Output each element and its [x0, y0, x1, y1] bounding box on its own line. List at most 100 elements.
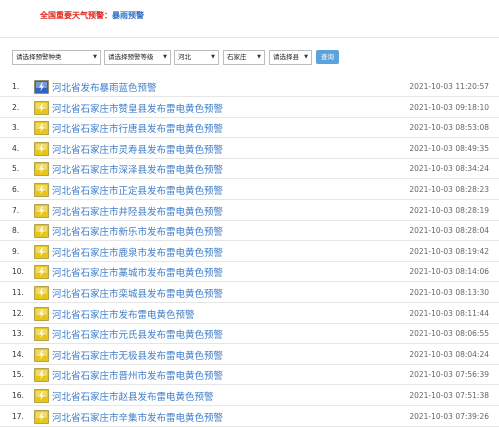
lightning-yellow-warning-icon[interactable] [34, 347, 49, 362]
warning-title-link[interactable]: 河北省石家庄市发布雷电黄色预警 [52, 307, 195, 321]
warning-timestamp: 2021-10-03 11:20:57 [409, 82, 489, 91]
warning-timestamp: 2021-10-03 08:28:04 [409, 226, 489, 236]
warning-list-item[interactable]: 9. 河北省石家庄市鹿泉市发布雷电黄色预警 2021-10-03 08:19:42 [0, 242, 499, 262]
banner-prefix: 全国重要天气预警： [40, 11, 112, 20]
city-value: 石家庄 [227, 53, 247, 61]
warning-list-item[interactable]: 13. 河北省石家庄市元氏县发布雷电黄色预警 2021-10-03 08:06:55 [0, 324, 499, 345]
lightning-yellow-warning-icon[interactable] [34, 306, 49, 321]
warning-timestamp: 2021-10-03 08:19:42 [409, 246, 489, 256]
warning-title-link[interactable]: 河北省石家庄市鹿泉市发布雷电黄色预警 [52, 245, 223, 259]
county-value: 请选择县 [273, 53, 299, 61]
warning-timestamp: 2021-10-03 08:28:23 [409, 185, 489, 194]
item-number: 2. [12, 102, 20, 112]
warning-list-item[interactable]: 6. 河北省石家庄市正定县发布雷电黄色预警 2021-10-03 08:28:23 [0, 180, 499, 200]
warning-title-link[interactable]: 河北省石家庄市栾城县发布雷电黄色预警 [52, 286, 223, 300]
warning-title-link[interactable]: 河北省发布暴雨蓝色预警 [52, 80, 157, 94]
lightning-yellow-warning-icon[interactable] [34, 285, 49, 300]
rainstorm-blue-warning-icon[interactable] [34, 79, 49, 94]
warning-timestamp: 2021-10-03 08:11:44 [409, 308, 489, 318]
item-number: 15. [12, 370, 24, 380]
city-select[interactable]: 石家庄 ▼ [223, 50, 265, 65]
banner-rainstorm-link[interactable]: 暴雨预警 [112, 11, 144, 20]
warning-title-link[interactable]: 河北省石家庄市赞皇县发布雷电黄色预警 [52, 101, 223, 115]
warning-title-link[interactable]: 河北省石家庄市辛集市发布雷电黄色预警 [52, 410, 223, 424]
warning-type-value: 请选择预警种类 [16, 53, 62, 61]
warning-list-item[interactable]: 14. 河北省石家庄市无极县发布雷电黄色预警 2021-10-03 08:04:24 [0, 345, 499, 365]
warning-page: 全国重要天气预警：暴雨预警 请选择预警种类 ▼ 请选择预警等级 ▼ 河北 ▼ 石… [0, 0, 499, 427]
warning-title-link[interactable]: 河北省石家庄市元氏县发布雷电黄色预警 [52, 327, 223, 341]
lightning-yellow-warning-icon[interactable] [34, 264, 49, 280]
item-number: 12. [12, 308, 24, 318]
lightning-yellow-warning-icon[interactable] [34, 141, 49, 156]
warning-list-item[interactable]: 12. 河北省石家庄市发布雷电黄色预警 2021-10-03 08:11:44 [0, 304, 499, 324]
lightning-yellow-warning-icon[interactable] [34, 100, 49, 115]
warning-timestamp: 2021-10-03 08:34:24 [409, 164, 489, 174]
warning-list-item[interactable]: 1. 河北省发布暴雨蓝色预警 2021-10-03 11:20:57 [0, 77, 499, 97]
warning-title-link[interactable]: 河北省石家庄市赵县发布雷电黄色预警 [52, 389, 214, 403]
chevron-down-icon: ▼ [257, 54, 261, 60]
lightning-yellow-warning-icon[interactable] [34, 161, 49, 177]
county-select[interactable]: 请选择县 ▼ [269, 50, 312, 65]
lightning-yellow-warning-icon[interactable] [34, 388, 49, 403]
warning-list-item[interactable]: 17. 河北省石家庄市辛集市发布雷电黄色预警 2021-10-03 07:39:26 [0, 407, 499, 427]
lightning-yellow-warning-icon[interactable] [34, 244, 49, 259]
province-select[interactable]: 河北 ▼ [174, 50, 219, 65]
warning-timestamp: 2021-10-03 07:39:26 [409, 411, 489, 421]
query-button[interactable]: 查询 [316, 50, 339, 64]
warning-timestamp: 2021-10-03 07:56:39 [409, 370, 489, 380]
item-number: 4. [12, 143, 20, 153]
item-number: 16. [12, 391, 24, 400]
warning-list-item[interactable]: 16. 河北省石家庄市赵县发布雷电黄色预警 2021-10-03 07:51:38 [0, 386, 499, 406]
warning-timestamp: 2021-10-03 08:49:35 [409, 143, 489, 153]
warning-title-link[interactable]: 河北省石家庄市新乐市发布雷电黄色预警 [52, 224, 223, 238]
warning-title-link[interactable]: 河北省石家庄市深泽县发布雷电黄色预警 [52, 162, 223, 176]
warning-title-link[interactable]: 河北省石家庄市晋州市发布雷电黄色预警 [52, 368, 223, 382]
chevron-down-icon: ▼ [211, 54, 215, 60]
warning-title-link[interactable]: 河北省石家庄市行唐县发布雷电黄色预警 [52, 121, 223, 135]
lightning-yellow-warning-icon[interactable] [34, 120, 49, 135]
warning-timestamp: 2021-10-03 08:28:19 [409, 205, 489, 215]
item-number: 3. [12, 123, 20, 133]
item-number: 9. [12, 246, 20, 256]
item-number: 7. [12, 205, 20, 215]
warning-level-select[interactable]: 请选择预警等级 ▼ [104, 50, 171, 65]
warning-list-item[interactable]: 8. 河北省石家庄市新乐市发布雷电黄色预警 2021-10-03 08:28:04 [0, 221, 499, 242]
warning-type-select[interactable]: 请选择预警种类 ▼ [12, 50, 101, 65]
row-divider [0, 425, 499, 427]
warning-timestamp: 2021-10-03 08:13:30 [409, 288, 489, 297]
chevron-down-icon: ▼ [304, 54, 308, 60]
warning-title-link[interactable]: 河北省石家庄市灵寿县发布雷电黄色预警 [52, 142, 223, 156]
warning-title-link[interactable]: 河北省石家庄市正定县发布雷电黄色预警 [52, 183, 223, 197]
national-warning-banner: 全国重要天气预警：暴雨预警 [40, 10, 144, 21]
warning-list-item[interactable]: 4. 河北省石家庄市灵寿县发布雷电黄色预警 2021-10-03 08:49:35 [0, 139, 499, 159]
warning-list-item[interactable]: 2. 河北省石家庄市赞皇县发布雷电黄色预警 2021-10-03 09:18:10 [0, 98, 499, 118]
warning-list-item[interactable]: 5. 河北省石家庄市深泽县发布雷电黄色预警 2021-10-03 08:34:24 [0, 159, 499, 180]
item-number: 13. [12, 329, 24, 339]
chevron-down-icon: ▼ [93, 54, 97, 60]
warning-list-item[interactable]: 11. 河北省石家庄市栾城县发布雷电黄色预警 2021-10-03 08:13:30 [0, 283, 499, 303]
lightning-yellow-warning-icon[interactable] [34, 223, 49, 238]
warning-timestamp: 2021-10-03 09:18:10 [409, 102, 489, 112]
warning-title-link[interactable]: 河北省石家庄市井陉县发布雷电黄色预警 [52, 204, 223, 218]
item-number: 17. [12, 411, 24, 421]
lightning-yellow-warning-icon[interactable] [34, 182, 49, 197]
item-number: 8. [12, 226, 20, 236]
warning-title-link[interactable]: 河北省石家庄市无极县发布雷电黄色预警 [52, 348, 223, 362]
warning-timestamp: 2021-10-03 07:51:38 [409, 391, 489, 400]
warning-list-item[interactable]: 15. 河北省石家庄市晋州市发布雷电黄色预警 2021-10-03 07:56:39 [0, 365, 499, 386]
warning-timestamp: 2021-10-03 08:04:24 [409, 349, 489, 359]
lightning-yellow-warning-icon[interactable] [34, 326, 49, 341]
warning-timestamp: 2021-10-03 08:14:06 [409, 267, 489, 277]
header-divider [0, 37, 499, 38]
warning-level-value: 请选择预警等级 [108, 53, 154, 61]
lightning-yellow-warning-icon[interactable] [34, 203, 49, 218]
lightning-yellow-warning-icon[interactable] [34, 409, 49, 424]
warning-list-item[interactable]: 3. 河北省石家庄市行唐县发布雷电黄色预警 2021-10-03 08:53:08 [0, 118, 499, 139]
warning-timestamp: 2021-10-03 08:53:08 [409, 123, 489, 133]
item-number: 1. [12, 82, 20, 91]
warning-list-item[interactable]: 10. 河北省石家庄市藁城市发布雷电黄色预警 2021-10-03 08:14:06 [0, 262, 499, 283]
warning-title-link[interactable]: 河北省石家庄市藁城市发布雷电黄色预警 [52, 265, 223, 279]
warning-list-item[interactable]: 7. 河北省石家庄市井陉县发布雷电黄色预警 2021-10-03 08:28:19 [0, 201, 499, 221]
item-number: 5. [12, 164, 20, 174]
lightning-yellow-warning-icon[interactable] [34, 367, 49, 383]
